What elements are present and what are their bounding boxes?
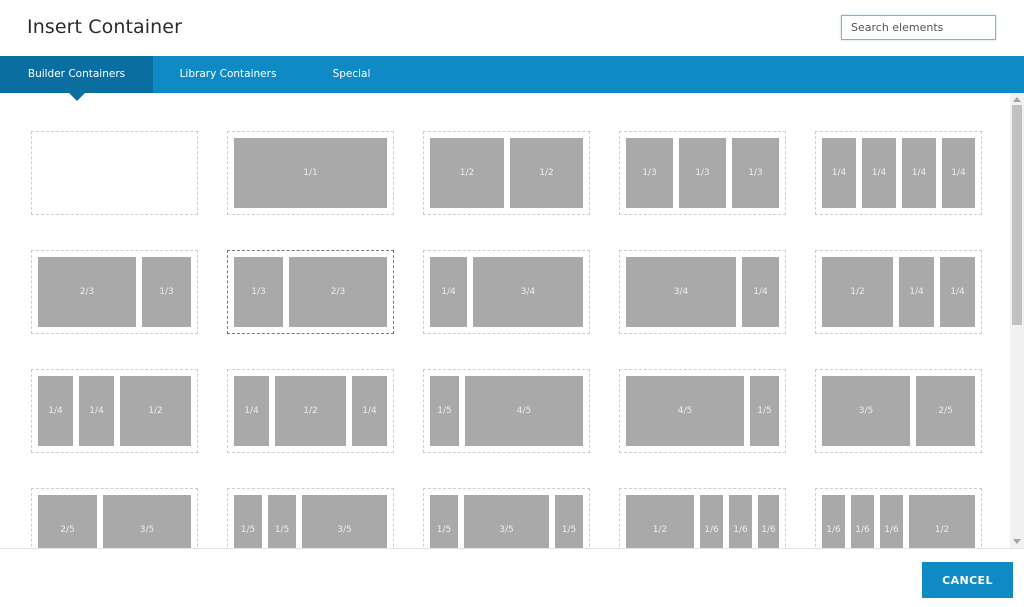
layout-column: 1/4 — [899, 257, 934, 327]
layout-column: 1/3 — [732, 138, 779, 208]
layout-option-2-5_3-5[interactable]: 2/5 3/5 — [31, 488, 198, 548]
layout-column: 1/4 — [234, 376, 269, 446]
layout-column: 1/2 — [275, 376, 346, 446]
active-tab-pointer — [69, 93, 85, 101]
layout-column: 1/5 — [430, 495, 458, 548]
dialog-footer: CANCEL — [0, 548, 1024, 607]
layout-column: 1/4 — [862, 138, 896, 208]
layout-column: 1/2 — [510, 138, 583, 208]
layout-column: 1/4 — [38, 376, 73, 446]
dialog-title: Insert Container — [27, 16, 182, 38]
layout-column: 1/4 — [942, 138, 975, 208]
layout-option-1-2_1-4_1-4[interactable]: 1/2 1/4 1/4 — [815, 250, 982, 334]
layout-column: 1/5 — [268, 495, 296, 548]
layout-column: 1/3 — [234, 257, 283, 327]
layout-column: 1/4 — [352, 376, 387, 446]
tab-special[interactable]: Special — [303, 56, 400, 93]
scroll-up-arrow-icon[interactable] — [1013, 97, 1021, 102]
layout-option-1-5_1-5_3-5[interactable]: 1/5 1/5 3/5 — [227, 488, 394, 548]
dialog-header: Insert Container — [0, 0, 1024, 56]
layout-option-1-6x3_1-2[interactable]: 1/6 1/6 1/6 1/2 — [815, 488, 982, 548]
layout-option-1-4x4[interactable]: 1/4 1/4 1/4 1/4 — [815, 131, 982, 215]
layout-column: 1/6 — [729, 495, 752, 548]
layout-column: 1/2 — [909, 495, 975, 548]
layout-column: 1/5 — [234, 495, 262, 548]
layout-column: 1/6 — [822, 495, 845, 548]
tab-bar: Builder Containers Library Containers Sp… — [0, 56, 1024, 93]
layout-grid-area: 1/1 1/2 1/2 1/3 1/3 1/3 1/4 1/4 1/4 1/4 2/3 1/3 1/3 2… — [0, 93, 1010, 548]
layout-column: 1/6 — [880, 495, 903, 548]
layout-option-4-5_1-5[interactable]: 4/5 1/5 — [619, 369, 786, 453]
layout-column: 1/2 — [626, 495, 694, 548]
layout-option-1-2_1-6x3[interactable]: 1/2 1/6 1/6 1/6 — [619, 488, 786, 548]
layout-column: 3/4 — [473, 257, 583, 327]
layout-column: 1/3 — [142, 257, 191, 327]
layout-option-1-4_1-2_1-4[interactable]: 1/4 1/2 1/4 — [227, 369, 394, 453]
layout-column: 2/5 — [916, 376, 975, 446]
layout-option-2-3_1-3[interactable]: 2/3 1/3 — [31, 250, 198, 334]
layout-option-1-3_1-3_1-3[interactable]: 1/3 1/3 1/3 — [619, 131, 786, 215]
tab-library-containers[interactable]: Library Containers — [153, 56, 303, 93]
scroll-thumb[interactable] — [1012, 105, 1022, 325]
layout-column: 3/5 — [103, 495, 191, 548]
vertical-scrollbar[interactable] — [1010, 93, 1024, 548]
layout-column: 3/4 — [626, 257, 736, 327]
layout-column: 1/5 — [555, 495, 583, 548]
layout-option-1-4_1-4_1-2[interactable]: 1/4 1/4 1/2 — [31, 369, 198, 453]
layout-option-1-1[interactable]: 1/1 — [227, 131, 394, 215]
layout-column: 1/4 — [902, 138, 936, 208]
layout-option-1-4_3-4[interactable]: 1/4 3/4 — [423, 250, 590, 334]
layout-column: 1/1 — [234, 138, 387, 208]
layout-option-1-5_3-5_1-5[interactable]: 1/5 3/5 1/5 — [423, 488, 590, 548]
layout-column: 1/4 — [940, 257, 975, 327]
layout-column: 4/5 — [465, 376, 583, 446]
layout-column: 3/5 — [464, 495, 549, 548]
layout-column: 3/5 — [302, 495, 387, 548]
layout-column: 1/2 — [120, 376, 191, 446]
layout-column: 1/2 — [822, 257, 893, 327]
layout-column: 1/4 — [430, 257, 467, 327]
layout-column: 1/4 — [822, 138, 856, 208]
tab-builder-containers[interactable]: Builder Containers — [0, 56, 153, 93]
layout-option-1-3_2-3[interactable]: 1/3 2/3 — [227, 250, 394, 334]
layout-column: 2/3 — [38, 257, 136, 327]
insert-container-dialog: Insert Container Builder Containers Libr… — [0, 0, 1024, 607]
cancel-button[interactable]: CANCEL — [922, 562, 1013, 598]
layout-column: 1/5 — [750, 376, 779, 446]
layout-option-3-5_2-5[interactable]: 3/5 2/5 — [815, 369, 982, 453]
layout-option-1-5_4-5[interactable]: 1/5 4/5 — [423, 369, 590, 453]
scroll-down-arrow-icon[interactable] — [1013, 539, 1021, 544]
layout-option-1-2_1-2[interactable]: 1/2 1/2 — [423, 131, 590, 215]
layout-option-empty[interactable] — [31, 131, 198, 215]
layout-column: 1/6 — [758, 495, 779, 548]
layout-column: 1/4 — [742, 257, 779, 327]
layout-column: 3/5 — [822, 376, 910, 446]
container-layout-grid: 1/1 1/2 1/2 1/3 1/3 1/3 1/4 1/4 1/4 1/4 2/3 1/3 1/3 2… — [0, 93, 1010, 548]
layout-column: 2/5 — [38, 495, 97, 548]
layout-column: 1/5 — [430, 376, 459, 446]
layout-column: 4/5 — [626, 376, 744, 446]
layout-column: 1/3 — [679, 138, 726, 208]
layout-option-3-4_1-4[interactable]: 3/4 1/4 — [619, 250, 786, 334]
layout-column: 1/3 — [626, 138, 673, 208]
search-input[interactable] — [841, 15, 996, 40]
layout-column: 2/3 — [289, 257, 387, 327]
layout-column: 1/2 — [430, 138, 504, 208]
layout-column: 1/6 — [700, 495, 723, 548]
layout-column: 1/6 — [851, 495, 874, 548]
layout-column: 1/4 — [79, 376, 114, 446]
